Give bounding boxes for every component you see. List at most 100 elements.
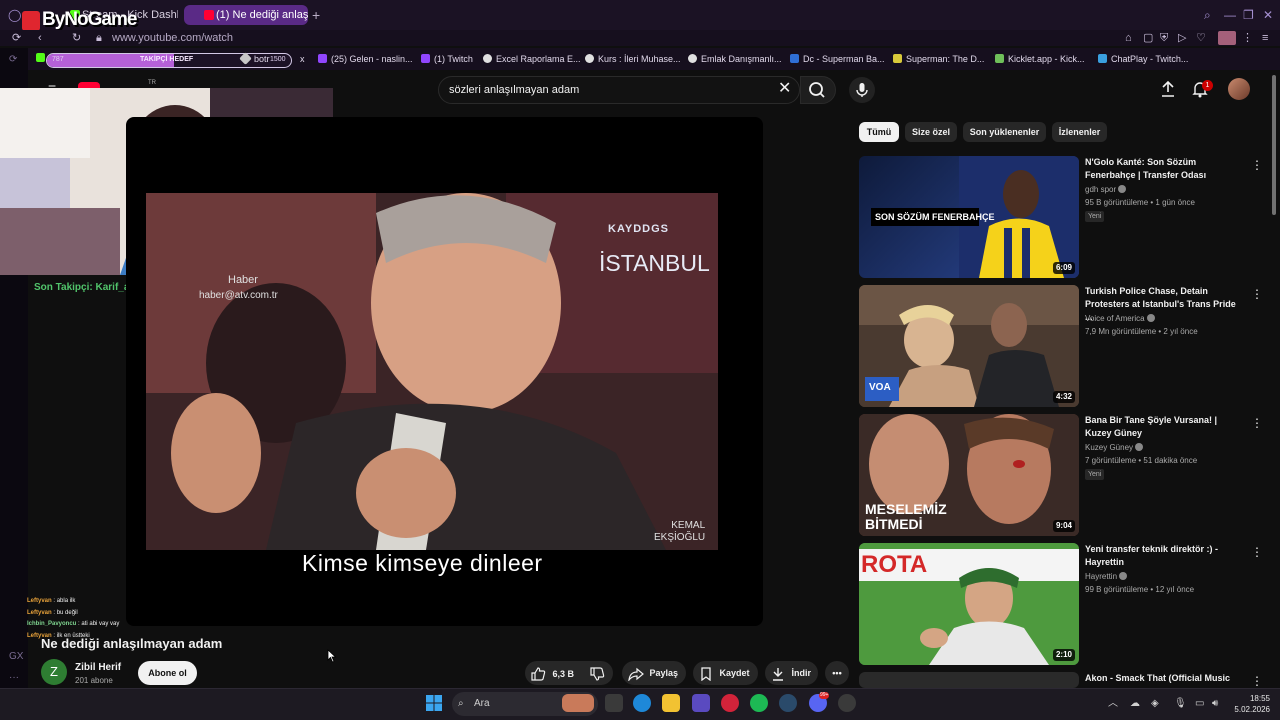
kicklet-icon — [995, 54, 1004, 63]
search-tabs-icon[interactable]: ⌕ — [1204, 8, 1211, 22]
bookmark-x[interactable]: x — [300, 53, 305, 65]
voice-search-button[interactable] — [849, 77, 875, 103]
account-avatar[interactable] — [1228, 78, 1250, 100]
taskbar-search-placeholder[interactable]: Ara — [474, 698, 490, 710]
channel-avatar[interactable]: Z — [41, 659, 67, 685]
minimize-icon[interactable]: — — [1224, 8, 1236, 22]
bookmark-superman[interactable]: Superman: The D... — [893, 53, 984, 65]
recommendation-channel[interactable]: Hayrettin — [1085, 572, 1128, 582]
clear-search-icon[interactable]: ✕ — [778, 80, 791, 98]
page-scrollbar[interactable] — [1272, 75, 1276, 215]
chip-all[interactable]: Tümü — [859, 122, 899, 142]
task-view-icon[interactable] — [605, 694, 623, 712]
search-icon — [809, 82, 825, 98]
play-icon[interactable]: ▷ — [1178, 31, 1186, 45]
dislike-button[interactable] — [589, 662, 605, 686]
recommendation-meta: 95 B görüntüleme • 1 gün önce — [1085, 198, 1195, 207]
recommendation-title[interactable]: Yeni transfer teknik direktör :) - Hayre… — [1085, 543, 1245, 569]
upload-button[interactable] — [1160, 80, 1176, 103]
more-actions-button[interactable]: ••• — [825, 661, 849, 685]
more-vert-icon[interactable]: ⋮ — [1251, 545, 1263, 559]
edge-icon[interactable] — [633, 694, 651, 712]
video-thumbnail[interactable]: ROTA 2:10 — [859, 543, 1079, 665]
steam-icon[interactable] — [779, 694, 797, 712]
recommendation-item[interactable]: VOA 4:32 Turkish Police Chase, Detain Pr… — [859, 285, 1269, 407]
heart-icon[interactable]: ♡ — [1196, 31, 1206, 45]
bookmark-kicklet[interactable]: Kicklet.app - Kick... — [995, 53, 1085, 65]
recommendation-item[interactable]: ROTA 2:10 Yeni transfer teknik direktör … — [859, 543, 1269, 665]
video-thumbnail[interactable]: VOA 4:32 — [859, 285, 1079, 407]
recommendation-channel[interactable]: Voice of America — [1085, 314, 1155, 324]
bookmark-dc[interactable]: Dc - Superman Ba... — [790, 53, 885, 65]
search-input[interactable]: sözleri anlaşılmayan adam — [449, 83, 579, 97]
subscribe-button[interactable]: Abone ol — [138, 661, 197, 685]
streamer-brand: ByNoGame — [42, 9, 137, 30]
more-vert-icon[interactable]: ⋮ — [1251, 287, 1263, 301]
spotify-icon[interactable] — [750, 694, 768, 712]
video-thumbnail[interactable]: SON SÖZÜM FENERBAHÇE 6:09 — [859, 156, 1079, 278]
bookmark-excel[interactable]: Excel Raporlama E... — [483, 53, 581, 65]
share-button[interactable]: Paylaş — [622, 661, 686, 685]
tray-app-icon[interactable]: ◈ — [1151, 698, 1159, 710]
recommendation-title[interactable]: Bana Bir Tane Şöyle Vursana! | Kuzey Gün… — [1085, 414, 1245, 440]
extension-icon[interactable]: ▢ — [1143, 31, 1153, 45]
opera-gx-taskbar-icon[interactable] — [721, 694, 739, 712]
recommendation-item[interactable]: Akon - Smack That (Official Music ⋮ — [859, 672, 1269, 688]
tray-mic-icon[interactable]: 🎙︎ — [1174, 698, 1187, 710]
recommendation-item[interactable]: MESELEMİZ BİTMEDİ 9:04 Bana Bir Tane Şöy… — [859, 414, 1269, 536]
reload-icon[interactable]: ⟳ — [12, 31, 21, 45]
menu-icon[interactable]: ≡ — [1262, 31, 1268, 45]
taskbar-clock[interactable]: 18:55 5.02.2026 — [1230, 693, 1270, 715]
download-button[interactable]: İndir — [765, 661, 818, 685]
tray-cloud-icon[interactable]: ☁ — [1130, 698, 1140, 710]
app-icon[interactable] — [838, 694, 856, 712]
like-button[interactable]: 6,3 B — [530, 662, 574, 686]
maximize-icon[interactable]: ❐ — [1243, 8, 1254, 22]
recommendation-title[interactable]: Akon - Smack That (Official Music — [1085, 672, 1245, 685]
gx-corner-icon[interactable]: GX — [9, 651, 23, 663]
refresh-icon[interactable]: ↻ — [72, 31, 81, 45]
more-vert-icon[interactable]: ⋮ — [1251, 158, 1263, 172]
recommendation-item[interactable]: SON SÖZÜM FENERBAHÇE 6:09 N'Golo Kanté: … — [859, 156, 1269, 278]
chip-for-you[interactable]: Size özel — [905, 122, 957, 142]
channel-name[interactable]: Zibil Herif — [75, 662, 121, 674]
bookmark-emlak[interactable]: Emlak Danışmanlı... — [688, 53, 782, 65]
bookmark-kurs[interactable]: Kurs : İleri Muhase... — [585, 53, 681, 65]
video-thumbnail[interactable]: MESELEMİZ BİTMEDİ 9:04 — [859, 414, 1079, 536]
bookmark-twitch-inbox[interactable]: (25) Gelen - naslin... — [318, 53, 413, 65]
tray-chevron-icon[interactable]: ︿ — [1108, 698, 1118, 710]
bookmark-icon[interactable]: ⌂ — [1125, 31, 1132, 45]
recommendation-title[interactable]: N'Golo Kanté: Son Sözüm Fenerbahçe | Tra… — [1085, 156, 1245, 182]
tray-network-icon[interactable]: ▭ — [1195, 698, 1204, 710]
store-icon[interactable] — [692, 694, 710, 712]
more-vert-icon[interactable]: ⋮ — [1251, 416, 1263, 430]
chip-watched[interactable]: İzlenenler — [1052, 122, 1107, 142]
bookmark-twitch[interactable]: (1) Twitch — [421, 53, 473, 65]
recommendation-channel[interactable]: gdh spor — [1085, 185, 1127, 195]
tab-youtube-video[interactable]: (1) Ne dediği anlaşılma — [184, 5, 308, 25]
bookmark-chatplay[interactable]: ChatPlay - Twitch... — [1098, 53, 1188, 65]
close-window-icon[interactable]: ✕ — [1263, 8, 1273, 22]
file-explorer-icon[interactable] — [662, 694, 680, 712]
follower-goal-current: 787 — [52, 56, 64, 63]
back-icon[interactable]: ‹ — [38, 31, 42, 45]
tray-volume-icon[interactable]: 🔊︎ — [1212, 698, 1218, 710]
video-frame[interactable] — [146, 193, 718, 550]
opera-gx-icon[interactable]: ◯ — [8, 8, 21, 22]
verified-icon — [1119, 572, 1128, 580]
profile-avatar[interactable] — [1218, 31, 1236, 45]
search-button[interactable] — [800, 76, 836, 104]
shield-icon[interactable]: ⛨ — [1160, 31, 1168, 45]
bookmark-botr[interactable]: botr — [239, 52, 270, 65]
more-vert-icon[interactable]: ⋮ — [1251, 674, 1263, 688]
new-tab-button[interactable]: + — [312, 7, 320, 23]
sidebar-more-icon[interactable]: ··· — [9, 672, 19, 684]
chip-recent[interactable]: Son yüklenenler — [963, 122, 1046, 142]
start-button[interactable] — [425, 694, 443, 712]
video-thumbnail[interactable] — [859, 672, 1079, 688]
recommendation-channel[interactable]: Kuzey Güney — [1085, 443, 1144, 453]
extensions-menu-icon[interactable]: ⋮ — [1242, 31, 1253, 45]
save-button[interactable]: Kaydet — [693, 661, 758, 685]
url-field[interactable]: www.youtube.com/watch — [112, 31, 233, 45]
sidebar-refresh-icon[interactable]: ⟳ — [9, 54, 17, 66]
